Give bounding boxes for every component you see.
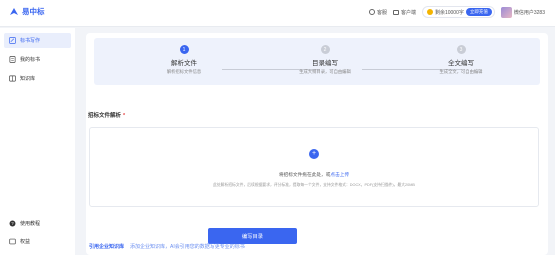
balance-text: 剩余10000字 xyxy=(434,9,464,16)
step-subtitle: 生成全文，可自由编辑 xyxy=(439,69,483,74)
sidebar: 标书写作 我的标书 知识库 ? 使用教程 权益 xyxy=(0,28,75,255)
document-icon xyxy=(9,56,16,63)
step-parse-file: 1 解析文件 解析招标文件信息 xyxy=(139,45,229,75)
kb-hint-text: 添加企业知识库，AI会引用您的数据写更专业的标书 xyxy=(130,244,245,250)
balance-pill: 剩余10000字 立即充值 xyxy=(421,6,495,18)
sidebar-item-label: 标书写作 xyxy=(20,38,41,44)
avatar xyxy=(500,6,512,18)
step-title: 解析文件 xyxy=(171,60,197,67)
top-bar: 易中标 客服 客户端 剩余10000字 立即充值 微信用户3283 xyxy=(0,0,555,27)
step-number: 3 xyxy=(456,45,466,54)
step-title: 全文编写 xyxy=(448,60,474,67)
step-title: 目录编写 xyxy=(312,60,338,67)
service-label: 客服 xyxy=(376,9,387,16)
upload-prompt-text: 将招标文件拖在此处，或 xyxy=(278,172,331,177)
user-name: 微信用户3283 xyxy=(513,9,545,16)
upload-prompt: 将招标文件拖在此处，或点击上传 xyxy=(90,172,538,178)
write-outline-button[interactable]: 编写目录 xyxy=(208,228,297,244)
book-icon xyxy=(9,75,16,82)
edit-doc-icon xyxy=(9,37,16,44)
knowledge-base-bar: 引用企业知识库 添加企业知识库，AI会引用您的数据写更专业的标书 xyxy=(89,243,245,250)
coin-icon xyxy=(426,9,433,15)
upload-hint: 此处解析招标文件，后续根据要求，评分标准，提取每一个文件，支持文件格式：DOCX… xyxy=(213,183,415,187)
sidebar-item-bid-writing[interactable]: 标书写作 xyxy=(4,33,71,48)
upload-icon[interactable]: + xyxy=(309,149,319,159)
step-outline: 2 目录编写 生成大纲目录，可自由编辑 xyxy=(280,45,370,75)
sidebar-item-label: 权益 xyxy=(20,239,31,245)
sidebar-item-knowledge-base[interactable]: 知识库 xyxy=(4,71,71,86)
step-full-text: 3 全文编写 生成全文，可自由编辑 xyxy=(416,45,506,75)
step-subtitle: 解析招标文件信息 xyxy=(166,69,202,74)
step-subtitle: 生成大纲目录，可自由编辑 xyxy=(299,69,351,74)
benefit-icon xyxy=(9,238,16,245)
headset-icon xyxy=(368,9,375,15)
user-menu[interactable]: 微信用户3283 xyxy=(500,6,545,18)
progress-steps: 1 解析文件 解析招标文件信息 2 目录编写 生成大纲目录，可自由编辑 3 全文… xyxy=(94,38,540,85)
file-upload-dropzone[interactable]: + 将招标文件拖在此处，或点击上传 此处解析招标文件，后续根据要求，评分标准，提… xyxy=(89,127,539,207)
section-title-text: 招标文件解析 xyxy=(88,113,122,119)
service-link[interactable]: 客服 xyxy=(368,9,387,16)
recharge-button[interactable]: 立即充值 xyxy=(465,8,492,16)
step-number: 1 xyxy=(179,45,189,54)
sidebar-item-label: 我的标书 xyxy=(20,57,41,63)
top-right-actions: 客服 客户端 剩余10000字 立即充值 微信用户3283 xyxy=(368,6,545,18)
monitor-icon xyxy=(392,9,399,15)
client-link[interactable]: 客户端 xyxy=(392,9,416,16)
sidebar-item-label: 知识库 xyxy=(20,76,36,82)
required-mark: * xyxy=(123,113,126,119)
reference-kb-link[interactable]: 引用企业知识库 xyxy=(89,243,124,250)
app-title: 易中标 xyxy=(22,7,45,16)
sidebar-item-benefits[interactable]: 权益 xyxy=(4,234,71,249)
step-number: 2 xyxy=(320,45,330,54)
logo-icon xyxy=(10,7,18,15)
upload-section-title: 招标文件解析 * xyxy=(88,111,125,119)
app-brand[interactable]: 易中标 xyxy=(9,6,45,17)
sidebar-item-my-bids[interactable]: 我的标书 xyxy=(4,52,71,67)
sidebar-item-label: 使用教程 xyxy=(20,221,41,227)
click-upload-link[interactable]: 点击上传 xyxy=(330,172,349,177)
help-icon: ? xyxy=(9,220,16,227)
sidebar-item-tutorial[interactable]: ? 使用教程 xyxy=(4,216,71,231)
client-label: 客户端 xyxy=(400,9,416,16)
